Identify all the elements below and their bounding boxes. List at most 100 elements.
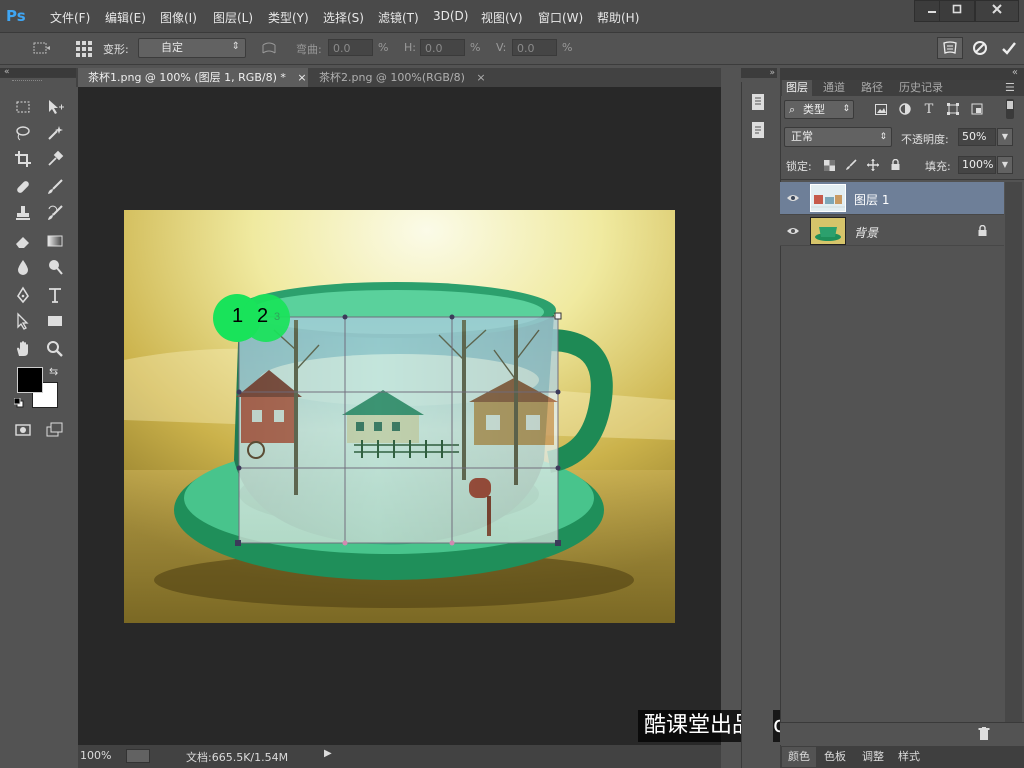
- zoom-tool[interactable]: [42, 337, 68, 361]
- transform-tool-icon: [33, 42, 50, 54]
- warp-style-select[interactable]: 自定 ⇕: [138, 38, 246, 58]
- dodge-tool[interactable]: [42, 255, 68, 279]
- status-view-toggle[interactable]: [126, 749, 150, 763]
- commit-transform-button[interactable]: [997, 37, 1021, 59]
- lock-all-button[interactable]: [887, 157, 903, 173]
- tab-swatches[interactable]: 色板: [818, 747, 852, 767]
- v-input[interactable]: 0.0: [512, 39, 557, 56]
- foreground-color-swatch[interactable]: [17, 367, 43, 393]
- bend-input[interactable]: 0.0: [328, 39, 373, 56]
- lock-pixels-button[interactable]: [843, 157, 859, 173]
- filter-smart-object-button[interactable]: [968, 101, 986, 117]
- filter-shape-button[interactable]: [944, 101, 962, 117]
- pen-icon: [17, 286, 29, 304]
- layer-row-layer1[interactable]: 图层 1: [780, 182, 1004, 214]
- opacity-input[interactable]: 50%: [958, 128, 996, 146]
- gradient-tool[interactable]: [42, 229, 68, 253]
- tab-history[interactable]: 历史记录: [895, 80, 947, 96]
- blur-tool[interactable]: [10, 255, 36, 279]
- h-input[interactable]: 0.0: [420, 39, 465, 56]
- tool-preset-picker[interactable]: [24, 38, 58, 58]
- layer-name[interactable]: 背景: [854, 224, 878, 241]
- filter-toggle[interactable]: [1006, 99, 1014, 119]
- tab-color[interactable]: 颜色: [782, 747, 816, 767]
- menu-layer[interactable]: 图层(L): [213, 9, 253, 26]
- shape-tool[interactable]: [42, 309, 68, 333]
- menu-file[interactable]: 文件(F): [50, 9, 90, 26]
- default-colors-icon[interactable]: [13, 397, 24, 408]
- brush-tool[interactable]: [42, 175, 68, 199]
- eraser-tool[interactable]: [10, 229, 36, 253]
- menu-3d[interactable]: 3D(D): [433, 9, 468, 23]
- visibility-eye-icon[interactable]: [784, 190, 802, 206]
- path-selection-tool[interactable]: [10, 309, 36, 333]
- tab-close-icon[interactable]: ×: [297, 71, 306, 84]
- history-brush-tool[interactable]: [42, 201, 68, 225]
- document-canvas[interactable]: [124, 210, 675, 623]
- visibility-eye-icon[interactable]: [784, 223, 802, 239]
- tab-channels[interactable]: 通道: [819, 80, 849, 96]
- properties-panel-button[interactable]: [746, 119, 770, 141]
- fill-slider-toggle[interactable]: ▼: [997, 156, 1013, 174]
- menu-view[interactable]: 视图(V): [481, 9, 523, 26]
- close-window-button[interactable]: [975, 0, 1019, 22]
- opacity-slider-toggle[interactable]: ▼: [997, 128, 1013, 146]
- menu-window[interactable]: 窗口(W): [538, 9, 583, 26]
- tab-paths[interactable]: 路径: [857, 80, 887, 96]
- clone-stamp-tool[interactable]: [10, 201, 36, 225]
- menu-image[interactable]: 图像(I): [160, 9, 197, 26]
- menu-type[interactable]: 类型(Y): [268, 9, 309, 26]
- menu-edit[interactable]: 编辑(E): [105, 9, 146, 26]
- menu-select[interactable]: 选择(S): [323, 9, 364, 26]
- status-menu-arrow-icon[interactable]: ▶: [324, 748, 332, 759]
- toolbox-grip: [12, 80, 42, 83]
- layer-row-background[interactable]: 背景: [780, 214, 1004, 246]
- warp-orientation-button[interactable]: [258, 39, 280, 59]
- eyedropper-tool[interactable]: [42, 147, 68, 171]
- screen-mode-button[interactable]: [42, 418, 68, 442]
- tab-layers[interactable]: 图层: [782, 80, 812, 96]
- tab-document-1[interactable]: 茶杯1.png @ 100% (图层 1, RGB/8) * ×: [78, 68, 308, 87]
- warp-mode-toggle[interactable]: [937, 37, 963, 59]
- marquee-tool[interactable]: [10, 95, 36, 119]
- lock-position-button[interactable]: [865, 157, 881, 173]
- menu-filter[interactable]: 滤镜(T): [378, 9, 419, 26]
- icon-strip-collapse-icon[interactable]: »: [741, 68, 777, 78]
- layer-name[interactable]: 图层 1: [854, 191, 889, 208]
- zoom-level[interactable]: 100%: [80, 749, 111, 762]
- toolbox-collapse-icon[interactable]: «: [0, 68, 76, 77]
- cancel-transform-button[interactable]: [968, 37, 992, 59]
- delete-layer-button[interactable]: [975, 725, 993, 741]
- tab-styles[interactable]: 样式: [892, 747, 926, 767]
- swap-colors-icon[interactable]: ⇆: [49, 365, 58, 378]
- lasso-tool[interactable]: [10, 121, 36, 145]
- healing-brush-tool[interactable]: [10, 175, 36, 199]
- type-tool[interactable]: [42, 283, 68, 307]
- blend-mode-select[interactable]: 正常 ⇕: [784, 127, 892, 147]
- tab-document-2[interactable]: 茶杯2.png @ 100%(RGB/8) ×: [309, 68, 487, 87]
- filter-kind-select[interactable]: ⌕ 类型 ⇕: [784, 100, 854, 119]
- move-tool[interactable]: [42, 95, 68, 119]
- panel-menu-icon[interactable]: ☰: [1005, 81, 1015, 94]
- magic-wand-tool[interactable]: [42, 121, 68, 145]
- filter-type-button[interactable]: T: [920, 101, 938, 117]
- panel-divider: [780, 179, 1024, 180]
- warp-grid-button[interactable]: [73, 39, 95, 59]
- lock-transparency-button[interactable]: [821, 157, 837, 173]
- fill-input[interactable]: 100%: [958, 156, 996, 174]
- tab-close-icon[interactable]: ×: [476, 71, 485, 84]
- filter-adjustment-button[interactable]: [896, 101, 914, 117]
- pen-tool[interactable]: [10, 283, 36, 307]
- tab-adjustments[interactable]: 调整: [856, 747, 890, 767]
- quick-mask-button[interactable]: [10, 418, 36, 442]
- crop-tool[interactable]: [10, 147, 36, 171]
- layers-scrollbar[interactable]: [1005, 182, 1022, 722]
- history-panel-button[interactable]: [746, 91, 770, 113]
- filter-pixel-button[interactable]: [872, 101, 890, 117]
- stamp-icon: [16, 206, 30, 220]
- restore-button[interactable]: [939, 0, 975, 22]
- brush-icon: [48, 179, 63, 194]
- panel-collapse-icon[interactable]: «: [1012, 67, 1018, 78]
- menu-help[interactable]: 帮助(H): [597, 9, 639, 26]
- hand-tool[interactable]: [10, 337, 36, 361]
